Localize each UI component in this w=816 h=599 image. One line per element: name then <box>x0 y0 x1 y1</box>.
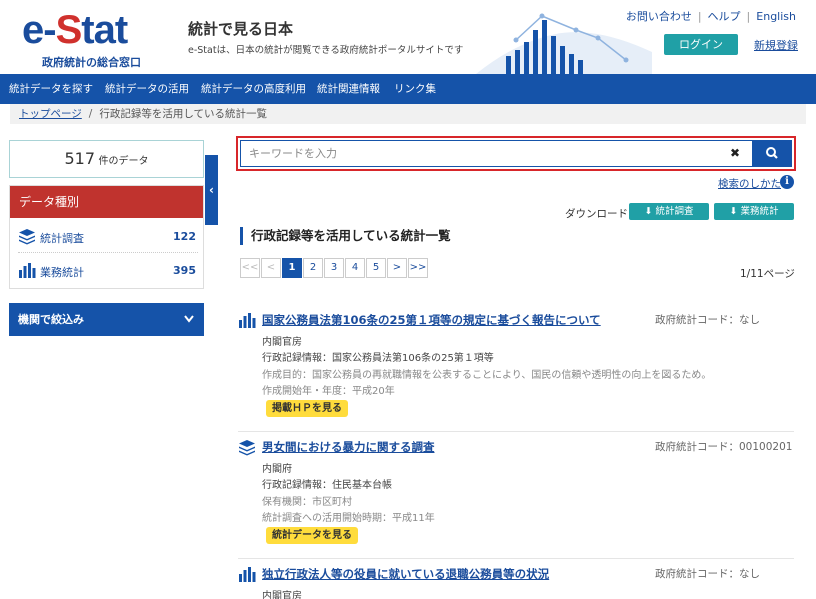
nav-item-advanced-usage[interactable]: 統計データの高度利用 <box>201 74 306 104</box>
result-detail: 作成開始年・年度：平成20年 <box>262 386 395 397</box>
logo-wordmark: e-Stat <box>22 8 128 52</box>
chevron-down-icon <box>184 315 194 323</box>
english-link[interactable]: English <box>756 10 796 23</box>
page-3[interactable]: 3 <box>324 258 344 278</box>
view-homepage-button[interactable]: 掲載ＨＰを見る <box>266 400 348 417</box>
page-last[interactable]: >> <box>408 258 428 278</box>
top-links: お問い合わせ | ヘルプ | English <box>625 10 796 23</box>
result-count-box: 517 件のデータ <box>9 140 204 178</box>
page-1[interactable]: 1 <box>282 258 302 278</box>
download-business-button[interactable]: ⬇ 業務統計 <box>714 203 794 220</box>
data-type-statistical-survey[interactable]: 統計調査 122 <box>18 219 198 253</box>
nav-item-search-data[interactable]: 統計データを探す <box>9 74 93 104</box>
register-link[interactable]: 新規登録 <box>754 37 798 53</box>
nav-item-links[interactable]: リンク集 <box>394 74 436 104</box>
section-title: 行政記録等を活用している統計一覧 <box>240 227 451 245</box>
result-title-link[interactable]: 国家公務員法第106条の25第１項等の規定に基づく報告について <box>262 312 601 328</box>
result-divider <box>238 558 794 559</box>
page-4[interactable]: 4 <box>345 258 365 278</box>
login-button[interactable]: ログイン <box>664 34 738 55</box>
estat-logo[interactable]: e-Stat 政府統計の総合窓口 <box>22 8 162 69</box>
result-detail: 保有機関：市区町村 <box>262 497 352 508</box>
result-org: 内閣府 <box>262 464 292 475</box>
result-divider <box>238 431 794 432</box>
filter-by-agency-toggle[interactable]: 機関で絞込み <box>9 303 204 336</box>
result-count: 517 <box>64 149 96 168</box>
search-input[interactable]: キーワードを入力 <box>240 140 752 167</box>
breadcrumb: トップページ / 行政記録等を活用している統計一覧 <box>10 104 806 124</box>
search-button[interactable] <box>752 140 792 167</box>
page-first[interactable]: << <box>240 258 260 278</box>
result-item: 独立行政法人等の役員に就いている退職公務員等の状況 政府統計コード：なし 内閣官… <box>238 563 794 599</box>
result-item: 国家公務員法第106条の25第１項等の規定に基づく報告について 政府統計コード：… <box>238 309 794 423</box>
breadcrumb-home[interactable]: トップページ <box>19 108 82 120</box>
stack-icon <box>19 229 35 245</box>
filter-by-agency-label: 機関で絞込み <box>18 313 84 326</box>
search-help-link[interactable]: 検索のしかた <box>718 176 781 191</box>
result-stat-code: 政府統計コード：なし <box>655 568 760 580</box>
result-stat-code: 政府統計コード：なし <box>655 314 760 326</box>
page-2[interactable]: 2 <box>303 258 323 278</box>
nav-item-related-info[interactable]: 統計関連情報 <box>317 74 380 104</box>
result-count-unit: 件のデータ <box>98 156 149 167</box>
page-next[interactable]: > <box>387 258 407 278</box>
site-description: e-Statは、日本の統計が閲覧できる政府統計ポータルサイトです <box>188 45 464 56</box>
breadcrumb-current: 行政記録等を活用している統計一覧 <box>99 108 268 120</box>
page-info: 1/11ページ <box>740 268 795 280</box>
logo-subtitle: 政府統計の総合窓口 <box>42 56 141 69</box>
view-statistics-button[interactable]: 統計データを見る <box>266 527 358 544</box>
data-type-count: 122 <box>173 230 196 243</box>
data-type-panel: データ種別 統計調査 122 業務統計 395 <box>9 185 204 289</box>
result-org: 内閣官房 <box>262 337 302 348</box>
help-link[interactable]: ヘルプ <box>708 10 741 23</box>
info-icon[interactable]: i <box>780 175 794 189</box>
bar-chart-icon <box>239 313 256 328</box>
stack-icon <box>239 440 255 456</box>
breadcrumb-separator: / <box>88 108 93 120</box>
data-type-heading: データ種別 <box>10 186 203 218</box>
clear-icon[interactable]: ✖ <box>730 146 740 160</box>
data-type-label: 統計調査 <box>40 232 84 245</box>
nav-item-data-usage[interactable]: 統計データの活用 <box>105 74 189 104</box>
result-record-info: 行政記録情報：国家公務員法第106条の25第１項等 <box>262 353 494 364</box>
download-survey-button[interactable]: ⬇ 統計調査 <box>629 203 709 220</box>
site-title: 統計で見る日本 <box>188 20 294 38</box>
search-icon <box>766 147 778 159</box>
result-item: 男女間における暴力に関する調査 政府統計コード：00100201 内閣府 行政記… <box>238 436 794 550</box>
page-5[interactable]: 5 <box>366 258 386 278</box>
contact-link[interactable]: お問い合わせ <box>626 10 692 23</box>
data-type-business-statistics[interactable]: 業務統計 395 <box>18 253 198 287</box>
data-type-count: 395 <box>173 264 196 277</box>
page-prev[interactable]: < <box>261 258 281 278</box>
data-type-label: 業務統計 <box>40 266 84 279</box>
result-stat-code: 政府統計コード：00100201 <box>655 441 793 453</box>
chevron-left-icon: ‹ <box>209 183 214 197</box>
site-header: e-Stat 政府統計の総合窓口 統計で見る日本 e-Statは、日本の統計が閲… <box>0 0 816 74</box>
result-title-link[interactable]: 独立行政法人等の役員に就いている退職公務員等の状況 <box>262 566 549 582</box>
bar-chart-icon <box>19 263 36 278</box>
download-label: ダウンロード: <box>565 208 632 220</box>
result-record-info: 行政記録情報：住民基本台帳 <box>262 480 392 491</box>
sidebar-collapse-button[interactable]: ‹ <box>205 155 218 225</box>
result-detail: 作成目的：国家公務員の再就職情報を公表することにより、国民の信頼や透明性の向上を… <box>262 370 712 381</box>
result-detail: 統計調査への活用開始時期：平成11年 <box>262 513 435 524</box>
bar-chart-icon <box>239 567 256 582</box>
main-nav: 統計データを探す 統計データの活用 統計データの高度利用 統計関連情報 リンク集 <box>0 74 816 104</box>
result-title-link[interactable]: 男女間における暴力に関する調査 <box>262 439 435 455</box>
result-org: 内閣官房 <box>262 591 302 599</box>
